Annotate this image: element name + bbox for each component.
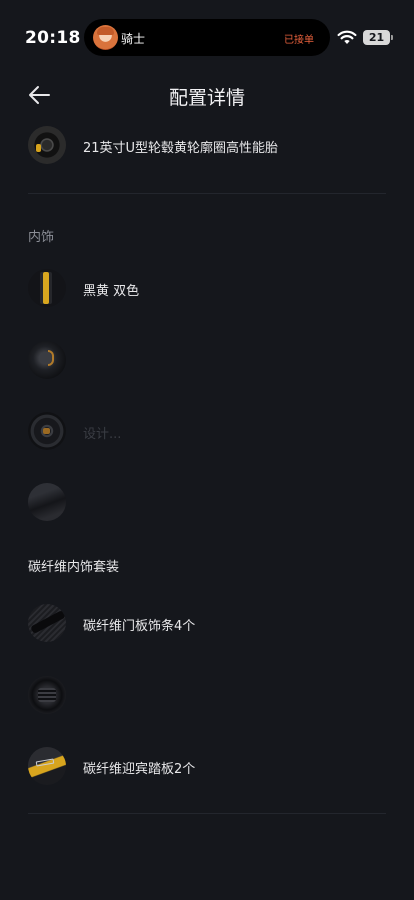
list-item: 碳纤维门板饰条4个 (28, 604, 388, 644)
list-item-label: 设计... (83, 427, 122, 442)
steering-wheel-icon (28, 412, 66, 450)
door-trim-icon (28, 604, 66, 642)
list-item: 设计... (28, 412, 388, 452)
list-item-label: 碳纤维门板饰条4个 (83, 619, 196, 634)
seat-icon (28, 269, 66, 307)
list-item: 黑黄 双色 (28, 269, 388, 309)
divider (28, 193, 386, 194)
list-item: 碳纤维迎宾踏板2个 (28, 747, 388, 787)
air-vent-icon (28, 676, 66, 714)
wheel-icon (28, 126, 66, 164)
list-item-label: 21英寸U型轮毂黄轮廓圈高性能胎 (83, 141, 279, 156)
list-item (28, 676, 388, 716)
wifi-icon (337, 30, 357, 44)
headrest-icon (28, 341, 66, 379)
list-item-label: 黑黄 双色 (83, 284, 140, 299)
status-bar: 20:18 骑士 已接单 21 (0, 0, 414, 76)
avatar (93, 25, 118, 50)
island-user-name: 骑士 (121, 32, 146, 46)
island-order-status: 已接单 (284, 35, 314, 46)
gear-shifter-icon (28, 483, 66, 521)
list-item (28, 483, 388, 523)
list-item-label: 碳纤维迎宾踏板2个 (83, 762, 196, 777)
page-title: 配置详情 (168, 87, 245, 109)
list-item-wheels: 21英寸U型轮毂黄轮廓圈高性能胎 (28, 126, 388, 166)
status-time: 20:18 (25, 28, 81, 48)
section-title-interior: 内饰 (28, 230, 55, 245)
dynamic-island[interactable]: 骑士 已接单 (84, 19, 330, 56)
battery-icon: 21 (363, 30, 393, 45)
section-title-carbon: 碳纤维内饰套装 (28, 560, 120, 575)
list-item (28, 341, 388, 381)
divider (28, 813, 386, 814)
door-sill-icon (28, 747, 66, 785)
